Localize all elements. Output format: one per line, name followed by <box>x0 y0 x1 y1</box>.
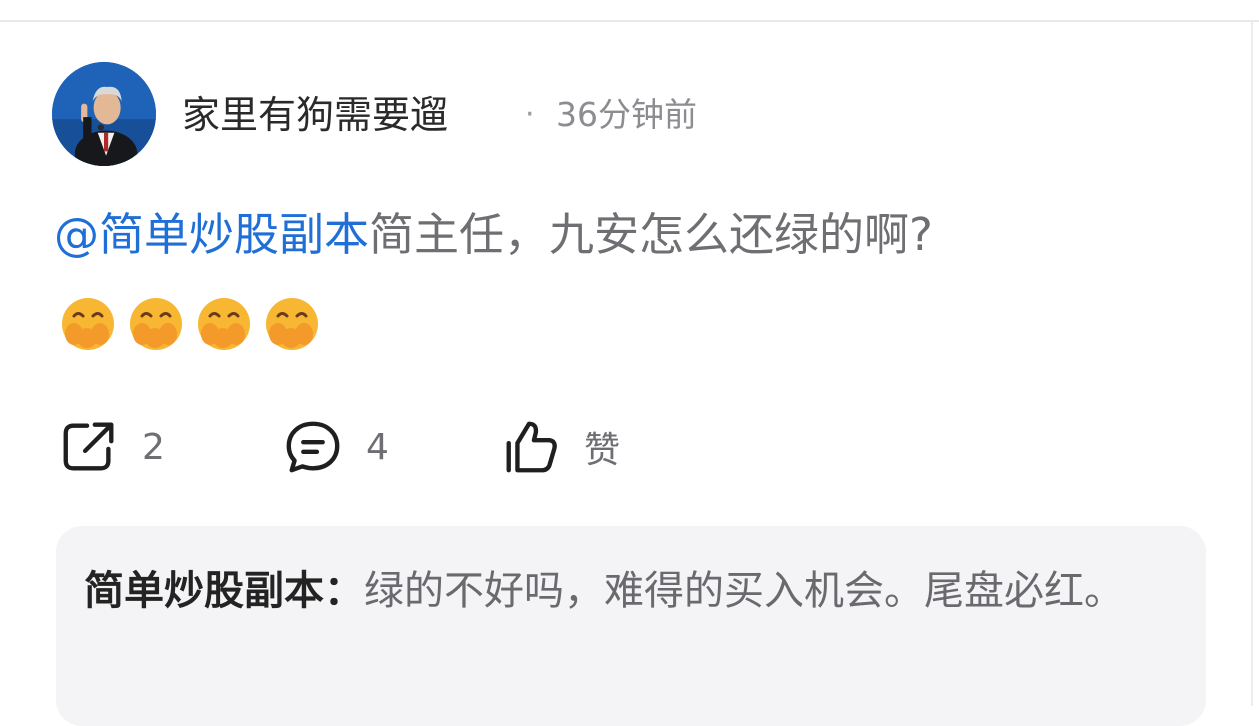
share-button[interactable]: 2 <box>58 415 165 479</box>
avatar-image <box>52 62 156 166</box>
comment-count: 4 <box>366 426 389 468</box>
like-label: 赞 <box>584 430 621 471</box>
thumbs-up-icon <box>506 421 557 473</box>
reply-author[interactable]: 简单炒股副本： <box>84 568 364 614</box>
avatar[interactable] <box>52 62 156 166</box>
comment-button[interactable]: 4 <box>282 415 389 479</box>
share-count: 2 <box>142 426 165 468</box>
grin-covering-face-emoji <box>198 298 250 350</box>
reply-content: 简单炒股副本：绿的不好吗，难得的买入机会。尾盘必红。 <box>84 556 1174 626</box>
comment-icon <box>286 421 340 473</box>
comment-body: @简单炒股副本简主任，九安怎么还绿的啊? <box>54 196 933 274</box>
post-time: 36分钟前 <box>556 95 697 134</box>
comment-text: 简主任，九安怎么还绿的啊? <box>369 208 933 261</box>
time-separator: · <box>525 97 535 132</box>
like-button[interactable]: 赞 <box>500 415 620 479</box>
share-icon <box>63 422 114 471</box>
reply-text: 绿的不好吗，难得的买入机会。尾盘必红。 <box>364 568 1124 614</box>
right-divider <box>1251 22 1253 706</box>
grin-covering-face-emoji <box>266 298 318 350</box>
grin-covering-face-emoji <box>62 298 114 350</box>
reply-preview[interactable]: 简单炒股副本：绿的不好吗，难得的买入机会。尾盘必红。 <box>56 526 1206 726</box>
top-divider <box>0 20 1259 22</box>
grin-covering-face-emoji <box>130 298 182 350</box>
mention-link[interactable]: @简单炒股副本 <box>54 208 369 261</box>
username[interactable]: 家里有狗需要遛 <box>182 88 448 142</box>
